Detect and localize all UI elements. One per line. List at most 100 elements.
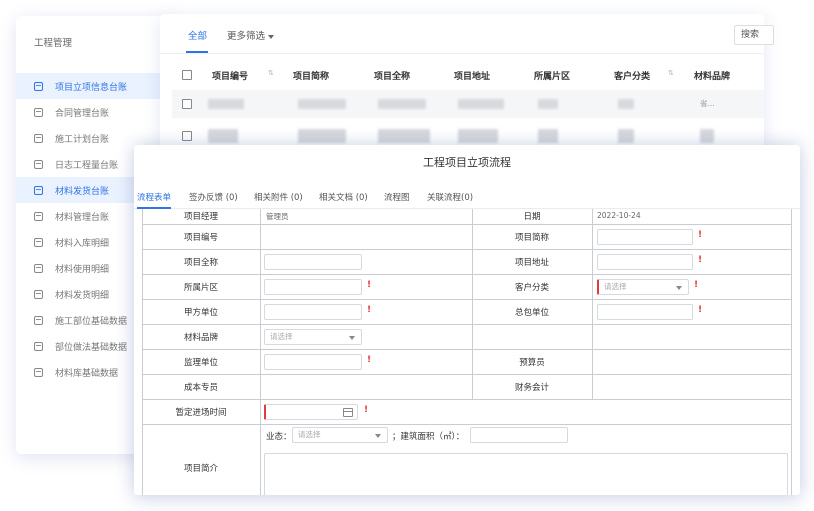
project-short-label: 项目简称	[514, 233, 549, 243]
project-full-label: 项目全称	[183, 258, 218, 268]
required-mark: !	[364, 405, 369, 415]
required-mark: !	[698, 230, 703, 240]
cost-staff-label: 成本专员	[183, 383, 218, 393]
chevron-down-icon	[676, 286, 682, 290]
sidebar-item-label: 日志工程量台账	[55, 160, 119, 171]
approval-form: 项目经理 管理员 日期 2022-10-24 项目编号 项目简称 ! 项目全称 …	[142, 209, 792, 495]
finance-label: 财务会计	[514, 383, 549, 393]
blurred-cell	[208, 129, 238, 143]
building-area-label: ；建筑面积（㎡）：	[392, 432, 465, 442]
material-brand-select[interactable]: 请选择	[264, 329, 362, 345]
column-header[interactable]: 项目全称	[374, 69, 410, 82]
required-mark: !	[698, 255, 703, 265]
sidebar-item-label: 施工部位基础数据	[55, 316, 128, 327]
district-label: 所属片区	[183, 283, 218, 293]
tab-attachments[interactable]: 相关附件 (0)	[254, 191, 303, 203]
sort-icon[interactable]: ⇅	[668, 69, 674, 77]
column-header[interactable]: 项目地址	[454, 69, 490, 82]
sidebar-item-label: 材料入库明细	[55, 238, 110, 249]
row-checkbox[interactable]	[182, 131, 192, 141]
calendar-icon[interactable]	[343, 408, 353, 417]
tab-more-label: 更多筛选	[227, 31, 266, 42]
tab-active-indicator	[186, 51, 208, 53]
column-header[interactable]: 项目简称	[293, 69, 329, 82]
project-no-label: 项目编号	[183, 233, 218, 243]
supervisor-label: 监理单位	[183, 358, 218, 368]
tab-documents[interactable]: 相关文档 (0)	[319, 191, 368, 203]
document-icon	[34, 289, 43, 299]
sidebar-item-label: 部位做法基础数据	[55, 342, 128, 353]
tab-more-filters[interactable]: 更多筛选	[227, 28, 275, 42]
sidebar-item-label: 材料使用明细	[55, 264, 110, 275]
project-manager-value: 管理员	[266, 212, 289, 221]
document-icon	[34, 367, 43, 377]
supervisor-input[interactable]	[264, 354, 362, 370]
search-button[interactable]: 搜索	[734, 25, 774, 45]
row-checkbox[interactable]	[182, 99, 192, 109]
column-header[interactable]: 项目编号	[212, 69, 248, 82]
date-label: 日期	[523, 212, 541, 222]
sidebar-item-project-ledger[interactable]: 项目立项信息台账	[16, 73, 176, 99]
sidebar-item-label: 材料管理台账	[55, 212, 110, 223]
select-placeholder: 请选择	[298, 430, 321, 439]
sort-icon[interactable]: ⇅	[268, 69, 274, 77]
tab-related-flows[interactable]: 关联流程(0)	[427, 191, 473, 203]
document-icon	[34, 211, 43, 221]
tab-flowchart[interactable]: 流程图	[384, 191, 410, 203]
document-icon	[34, 133, 43, 143]
required-mark: !	[367, 305, 372, 315]
document-icon	[34, 237, 43, 247]
sidebar-item-contract-ledger[interactable]: 合同管理台账	[16, 99, 176, 125]
column-header[interactable]: 所属片区	[534, 69, 570, 82]
party-a-input[interactable]	[264, 304, 362, 320]
column-header[interactable]: 材料品牌	[694, 69, 730, 82]
blurred-cell	[700, 129, 714, 143]
general-contractor-input[interactable]	[597, 304, 693, 320]
blurred-cell	[618, 129, 634, 143]
entry-time-label: 暂定进场时间	[175, 408, 227, 418]
material-brand-label: 材料品牌	[183, 333, 218, 343]
document-icon	[34, 159, 43, 169]
required-mark: !	[367, 280, 372, 290]
dialog-title: 工程项目立项流程	[423, 156, 511, 169]
table-cell: 省...	[700, 99, 715, 108]
sidebar-item-label: 材料发货台账	[55, 186, 110, 197]
sidebar-title: 工程管理	[34, 38, 73, 49]
select-placeholder: 请选择	[604, 282, 627, 291]
party-a-label: 甲方单位	[183, 308, 218, 318]
blurred-cell	[458, 99, 504, 109]
blurred-cell	[378, 99, 426, 109]
date-value: 2022-10-24	[597, 211, 641, 220]
project-addr-label: 项目地址	[514, 258, 549, 268]
tab-all[interactable]: 全部	[188, 28, 207, 42]
sidebar-item-label: 材料发货明细	[55, 290, 110, 301]
sidebar-item-label: 施工计划台账	[55, 134, 110, 145]
document-icon	[34, 263, 43, 273]
building-area-input[interactable]	[470, 427, 568, 443]
column-header[interactable]: 客户分类	[614, 69, 650, 82]
document-icon	[34, 185, 43, 195]
intro-textarea[interactable]	[264, 453, 788, 495]
select-all-checkbox[interactable]	[182, 70, 192, 80]
sidebar-item-label: 材料库基础数据	[55, 368, 119, 379]
customer-type-label: 客户分类	[514, 283, 549, 293]
table-row[interactable]: 省...	[172, 90, 764, 118]
business-type-select[interactable]: 请选择	[292, 427, 388, 443]
customer-type-select[interactable]: 请选择	[597, 279, 689, 295]
tab-feedback[interactable]: 签办反馈 (0)	[189, 191, 238, 203]
dialog-tabs: 流程表单 签办反馈 (0) 相关附件 (0) 相关文档 (0) 流程图 关联流程…	[134, 187, 800, 209]
blurred-cell	[378, 129, 430, 143]
document-icon	[34, 315, 43, 325]
chevron-down-icon	[375, 434, 381, 438]
blurred-cell	[298, 129, 346, 143]
sidebar-item-label: 项目立项信息台账	[55, 82, 128, 93]
project-addr-input[interactable]	[597, 254, 693, 270]
project-full-input[interactable]	[264, 254, 362, 270]
tab-flow-form[interactable]: 流程表单	[137, 191, 171, 203]
document-icon	[34, 107, 43, 117]
district-input[interactable]	[264, 279, 362, 295]
project-short-input[interactable]	[597, 229, 693, 245]
select-placeholder: 请选择	[270, 332, 293, 341]
caret-down-icon	[268, 34, 275, 39]
budget-staff-label: 预算员	[519, 358, 545, 368]
